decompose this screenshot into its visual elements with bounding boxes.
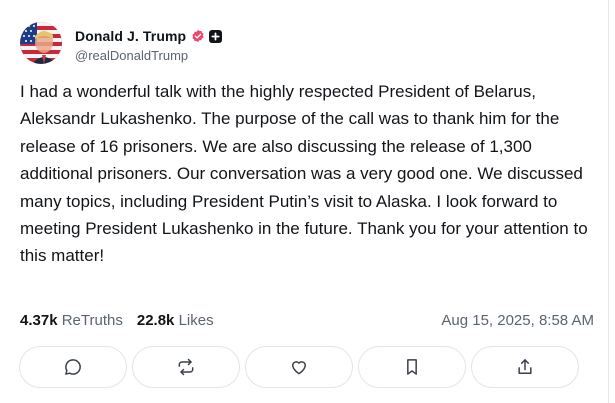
bookmark-icon — [407, 359, 417, 375]
author-handle[interactable]: @realDonaldTrump — [75, 48, 222, 63]
post-stats: 4.37k ReTruths 22.8k Likes — [20, 312, 214, 329]
retruth-button[interactable] — [132, 346, 240, 388]
retruths-label: ReTruths — [61, 312, 123, 329]
likes-stat[interactable]: 22.8k Likes — [137, 312, 214, 329]
author-name-row: Donald J. Trump — [75, 27, 223, 45]
heart-icon — [292, 361, 306, 375]
action-bar — [19, 346, 584, 388]
likes-count: 22.8k — [136, 312, 175, 329]
retruths-stat[interactable]: 4.37k ReTruths — [20, 312, 123, 329]
share-icon — [518, 359, 532, 374]
avatar[interactable] — [20, 22, 62, 64]
post-body: I had a wonderful talk with the highly r… — [20, 82, 593, 266]
verified-badge-icon — [191, 29, 205, 43]
bookmark-button[interactable] — [358, 346, 466, 388]
plus-badge-icon — [209, 29, 223, 43]
like-button[interactable] — [245, 346, 353, 388]
author-identity: Donald J. Trump @realDonaldTrump — [75, 27, 223, 63]
post-header: Donald J. Trump @realDonaldTrump — [20, 22, 223, 64]
likes-label: Likes — [178, 312, 214, 329]
post-card: Donald J. Trump @realDonaldTrump I had a… — [0, 0, 609, 403]
reply-button[interactable] — [19, 346, 127, 388]
post-timestamp[interactable]: Aug 15, 2025, 8:58 AM — [441, 312, 594, 329]
repost-icon — [178, 358, 194, 376]
comment-icon — [65, 359, 81, 375]
retruths-count: 4.37k — [20, 312, 58, 329]
flag-portrait-avatar-icon — [20, 22, 62, 64]
share-button[interactable] — [471, 346, 579, 388]
author-display-name[interactable]: Donald J. Trump — [75, 28, 186, 44]
